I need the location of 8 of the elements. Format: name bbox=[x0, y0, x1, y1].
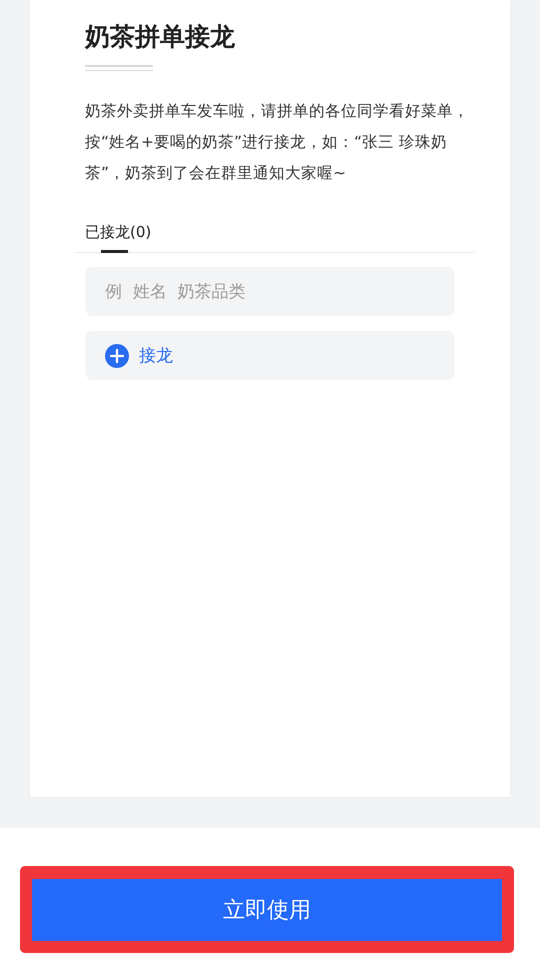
use-now-button[interactable]: 立即使用 bbox=[32, 879, 502, 941]
tab[interactable]: 已接龙(0) bbox=[85, 221, 152, 252]
plus-icon bbox=[105, 344, 129, 368]
page-title: 奶茶拼单接龙 bbox=[85, 21, 236, 53]
add-entry-button[interactable]: 接龙 bbox=[85, 331, 455, 380]
input-field[interactable]: 例 姓名 奶茶品类 bbox=[85, 267, 455, 316]
title-underline bbox=[85, 65, 153, 71]
description-text: 奶茶外卖拼单车发车啦，请拼单的各位同学看好菜单，按“姓名+要喝的奶茶”进行接龙，如：“张三 珍珠奶茶”，奶茶到了会在群里通知大家喔~ bbox=[85, 101, 470, 184]
